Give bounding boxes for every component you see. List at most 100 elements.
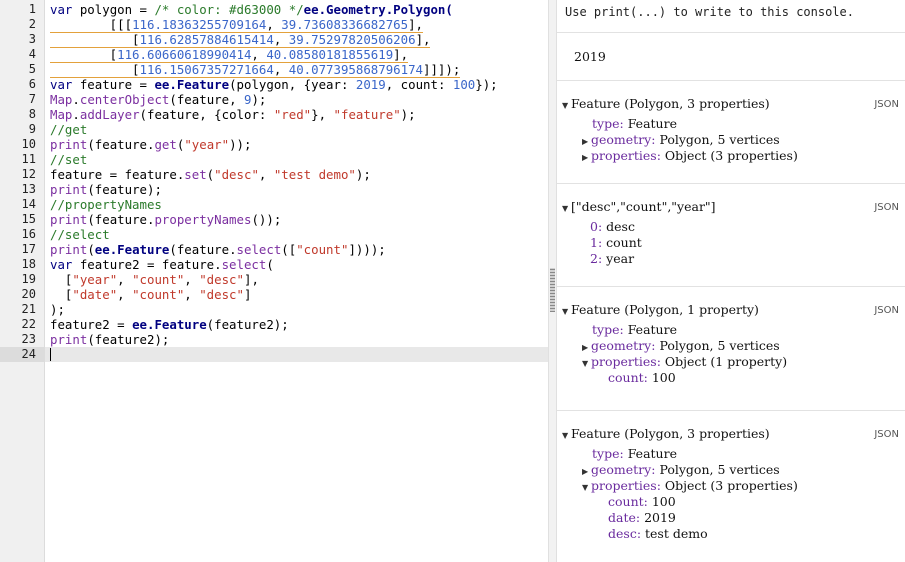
code-token: , bbox=[184, 272, 200, 287]
code-token: , bbox=[258, 167, 274, 182]
code-line[interactable]: //get bbox=[50, 122, 87, 137]
code-line[interactable]: var polygon = /* color: #d63000 */ee.Geo… bbox=[50, 2, 453, 17]
console-value-row: 2: year bbox=[590, 251, 635, 266]
code-token: print bbox=[50, 242, 88, 257]
code-token: get bbox=[154, 137, 177, 152]
code-line[interactable]: //set bbox=[50, 152, 87, 167]
code-line[interactable]: feature = feature.set("desc", "test demo… bbox=[50, 167, 371, 182]
current-line-highlight bbox=[45, 347, 548, 362]
line-number: 14 bbox=[21, 197, 36, 211]
code-token: ee.Feature bbox=[154, 77, 230, 92]
code-token: polygon = bbox=[72, 2, 155, 17]
code-line[interactable]: [116.15067357271664, 40.077395868796174]… bbox=[50, 62, 461, 78]
code-line[interactable]: Map.centerObject(feature, 9); bbox=[50, 92, 266, 107]
code-token: "count" bbox=[132, 287, 185, 302]
json-button[interactable]: JSON bbox=[874, 305, 899, 316]
console-value-row: count: 100 bbox=[608, 494, 676, 509]
code-token: 2019 bbox=[355, 77, 386, 92]
code-token: (feature, bbox=[169, 92, 244, 107]
line-number: 16 bbox=[21, 227, 36, 241]
code-line[interactable]: print(feature.propertyNames()); bbox=[50, 212, 281, 227]
code-token: (feature); bbox=[87, 182, 162, 197]
code-token: "count" bbox=[296, 242, 349, 257]
code-line[interactable]: print(feature); bbox=[50, 182, 162, 197]
code-token: ( bbox=[266, 257, 274, 272]
code-line[interactable]: ["year", "count", "desc"], bbox=[50, 272, 259, 287]
code-line[interactable]: [116.60660618990414, 40.08580181855619], bbox=[50, 47, 409, 63]
code-token: feature2 = feature. bbox=[72, 257, 222, 272]
code-token: "year" bbox=[184, 137, 230, 152]
code-line[interactable]: print(feature.get("year")); bbox=[50, 137, 251, 152]
code-token: (feature. bbox=[169, 242, 237, 257]
caret-down-icon: ▼ bbox=[562, 204, 569, 213]
prop-properties[interactable]: ▶ properties: Object (3 properties) bbox=[582, 148, 798, 166]
code-line[interactable]: print(ee.Feature(feature.select(["count"… bbox=[50, 242, 386, 257]
code-line[interactable]: //select bbox=[50, 227, 110, 242]
code-token: Map bbox=[50, 92, 73, 107]
text-cursor bbox=[50, 348, 51, 361]
code-token: (feature2); bbox=[87, 332, 170, 347]
code-token: , bbox=[273, 32, 289, 48]
json-button[interactable]: JSON bbox=[874, 202, 899, 213]
code-line[interactable]: ); bbox=[50, 302, 65, 317]
code-token: , bbox=[273, 62, 289, 78]
feature-output-toggle[interactable]: ▼ Feature (Polygon, 3 properties) bbox=[562, 426, 770, 444]
code-token: , count: bbox=[385, 77, 453, 92]
code-token: , bbox=[251, 47, 267, 63]
code-token: "desc" bbox=[214, 167, 259, 182]
code-line[interactable]: var feature2 = feature.select( bbox=[50, 257, 274, 272]
code-line[interactable]: print(feature2); bbox=[50, 332, 169, 347]
list-output-toggle[interactable]: ▼ ["desc","count","year"] bbox=[562, 199, 716, 217]
code-token: ()); bbox=[251, 212, 282, 227]
code-line[interactable]: [116.62857884615414, 39.75297820506206], bbox=[50, 32, 431, 48]
code-token: ); bbox=[400, 107, 416, 122]
code-token: [ bbox=[50, 287, 73, 302]
code-editor[interactable]: 1 2 3 4 5 6 7 8 9 10 11 12 13 14 15 16 17 18 19 20 21 22 23 24 … bbox=[0, 0, 548, 562]
line-number: 4 bbox=[28, 47, 36, 61]
console-divider bbox=[557, 183, 905, 184]
code-token: , bbox=[184, 287, 200, 302]
line-number: 9 bbox=[28, 122, 36, 136]
code-token: select bbox=[221, 257, 267, 272]
feature-output-toggle[interactable]: ▼ Feature (Polygon, 1 property) bbox=[562, 302, 759, 320]
json-button[interactable]: JSON bbox=[874, 99, 899, 110]
console-divider bbox=[557, 80, 905, 81]
line-number: 15 bbox=[21, 212, 36, 226]
code-line[interactable]: //propertyNames bbox=[50, 197, 162, 212]
code-token: (feature. bbox=[87, 137, 155, 152]
code-token: set bbox=[184, 167, 207, 182]
line-number: 23 bbox=[21, 332, 36, 346]
line-number: 6 bbox=[28, 77, 36, 91]
code-token: "red" bbox=[273, 107, 312, 122]
code-token: }, bbox=[311, 107, 334, 122]
code-token: ]))); bbox=[348, 242, 386, 257]
code-line[interactable]: [[[116.18363255709164, 39.73608336682765… bbox=[50, 17, 424, 33]
code-token: ( bbox=[87, 242, 95, 257]
code-token: feature = feature. bbox=[50, 167, 185, 182]
code-token: print bbox=[50, 212, 88, 227]
code-token: //select bbox=[50, 227, 110, 242]
code-token: ], bbox=[415, 32, 431, 48]
line-number: 11 bbox=[21, 152, 36, 166]
json-button[interactable]: JSON bbox=[874, 429, 899, 440]
code-line[interactable]: var feature = ee.Feature(polygon, {year:… bbox=[50, 77, 498, 92]
code-line[interactable]: feature2 = ee.Feature(feature2); bbox=[50, 317, 289, 332]
splitter-grip-icon[interactable] bbox=[550, 268, 555, 312]
code-token: (feature. bbox=[87, 212, 155, 227]
code-token: print bbox=[50, 332, 88, 347]
console-value-row: desc: test demo bbox=[608, 526, 708, 541]
feature-output-toggle[interactable]: ▼ Feature (Polygon, 3 properties) bbox=[562, 96, 770, 114]
code-line[interactable]: ["date", "count", "desc"] bbox=[50, 287, 252, 302]
code-token: . bbox=[72, 107, 80, 122]
code-line[interactable]: Map.addLayer(feature, {color: "red"}, "f… bbox=[50, 107, 416, 122]
line-number: 22 bbox=[21, 317, 36, 331]
code-token: "feature" bbox=[333, 107, 401, 122]
code-token: [[[ bbox=[50, 17, 133, 33]
code-token: 100 bbox=[452, 77, 476, 92]
code-token: feature2 = bbox=[50, 317, 133, 332]
code-token: ], bbox=[243, 272, 259, 287]
line-number-gutter: 1 2 3 4 5 6 7 8 9 10 11 12 13 14 15 16 17 18 19 20 21 22 23 24 bbox=[0, 0, 45, 562]
code-token: //propertyNames bbox=[50, 197, 162, 212]
code-token: 40.077395868796174 bbox=[288, 62, 424, 78]
code-token: (polygon, {year: bbox=[229, 77, 356, 92]
